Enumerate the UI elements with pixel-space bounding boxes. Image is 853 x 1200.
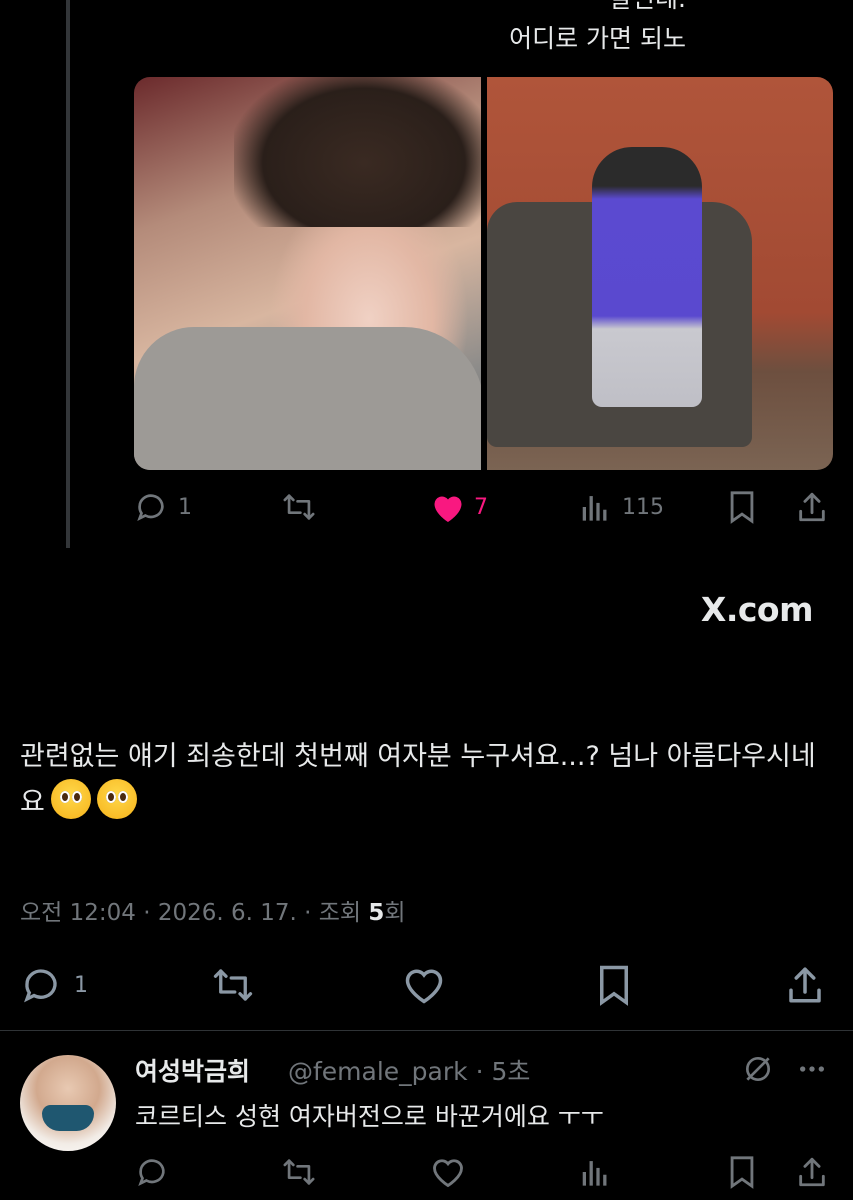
heart-filled-icon	[430, 490, 466, 524]
photo-1-shirt	[134, 327, 481, 470]
quoted-share-button[interactable]	[795, 490, 829, 524]
bookmark-icon	[727, 490, 757, 524]
reply-icon	[20, 964, 62, 1006]
views-icon	[580, 490, 610, 524]
tweet-body: 관련없는 얘기 죄송한데 첫번째 여자분 누구셔요...? 넘나 아름다우시네요	[20, 741, 816, 818]
quoted-like-count: 7	[474, 494, 488, 520]
reply-share-button[interactable]	[795, 1155, 829, 1189]
quoted-text-cut: 알린데.	[0, 0, 686, 16]
reply-icon	[135, 1155, 169, 1189]
repost-icon	[210, 964, 256, 1006]
divider	[0, 1030, 853, 1031]
thread-line	[66, 0, 70, 548]
tweet-views-suffix: 회	[384, 900, 406, 926]
share-icon	[784, 964, 826, 1006]
reply-text: 코르티스 성현 여자버전으로 바꾼거에요 ㅜㅜ	[135, 1102, 604, 1131]
quoted-reply-button[interactable]: 1	[134, 490, 192, 524]
repost-icon	[280, 1155, 318, 1189]
reply-author-handle[interactable]: @female_park · 5초	[288, 1052, 530, 1088]
quoted-reply-count: 1	[178, 494, 192, 520]
reply-views-button[interactable]	[580, 1155, 610, 1189]
grok-icon[interactable]	[742, 1053, 774, 1089]
bookmark-icon	[596, 964, 632, 1006]
media-grid	[134, 77, 833, 470]
quoted-bookmark-button[interactable]	[727, 490, 757, 524]
bookmark-icon	[727, 1155, 757, 1189]
share-icon	[795, 1155, 829, 1189]
heart-icon	[430, 1155, 466, 1189]
tweet-views-count: 5	[368, 900, 385, 926]
quoted-like-button[interactable]: 7	[430, 490, 488, 524]
reply-author-name[interactable]: 여성박금희	[135, 1052, 250, 1088]
photo-2-figure	[591, 147, 702, 407]
quoted-views-button[interactable]: 115	[580, 490, 664, 524]
pleading-face-emoji-icon	[96, 779, 137, 819]
avatar[interactable]	[20, 1055, 116, 1151]
photo-1[interactable]	[134, 77, 481, 470]
source-label[interactable]: X.com	[701, 590, 814, 629]
photo-1-hair	[234, 77, 481, 227]
repost-icon	[280, 490, 318, 524]
quoted-views-count: 115	[622, 494, 664, 520]
reply-bookmark-button[interactable]	[727, 1155, 757, 1189]
reply-reply-button[interactable]	[135, 1155, 169, 1189]
heart-icon	[402, 964, 446, 1006]
tweet-repost-button[interactable]	[210, 964, 256, 1006]
reply-repost-button[interactable]	[280, 1155, 318, 1189]
tweet-like-button[interactable]	[402, 964, 446, 1006]
share-icon	[795, 490, 829, 524]
tweet-bookmark-button[interactable]	[596, 964, 632, 1006]
more-icon[interactable]	[795, 1053, 829, 1089]
avatar-mask	[42, 1105, 94, 1131]
quoted-repost-button[interactable]	[280, 490, 318, 524]
tweet-share-button[interactable]	[784, 964, 826, 1006]
tweet-text: 관련없는 얘기 죄송한데 첫번째 여자분 누구셔요...? 넘나 아름다우시네요	[20, 735, 840, 825]
reply-like-button[interactable]	[430, 1155, 466, 1189]
photo-2[interactable]	[486, 77, 833, 470]
reply-icon	[134, 490, 168, 524]
tweet-reply-count: 1	[74, 972, 88, 998]
tweet-reply-button[interactable]: 1	[20, 964, 88, 1006]
pleading-face-emoji-icon	[50, 779, 91, 819]
quoted-text: 어디로 가면 되노	[509, 24, 686, 53]
tweet-timestamp: 오전 12:04 · 2026. 6. 17. · 조회	[20, 900, 369, 926]
views-icon	[580, 1155, 610, 1189]
tweet-meta: 오전 12:04 · 2026. 6. 17. · 조회 5회	[20, 893, 406, 927]
